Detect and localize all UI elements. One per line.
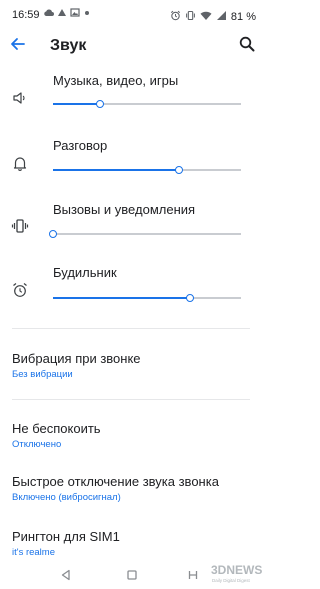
dot-icon bbox=[83, 8, 91, 17]
slider-thumb[interactable] bbox=[49, 230, 57, 238]
status-system-icons: 81 % bbox=[170, 8, 256, 26]
divider bbox=[12, 328, 250, 329]
search-icon[interactable] bbox=[238, 35, 256, 53]
volume-slider-ringer[interactable] bbox=[49, 229, 241, 239]
app-bar: Звук bbox=[0, 30, 265, 62]
volume-slider-call[interactable] bbox=[53, 165, 241, 175]
volume-row-media: Музыка, видео, игры bbox=[0, 68, 265, 128]
image-icon bbox=[70, 8, 80, 17]
alarm-icon bbox=[11, 281, 29, 299]
setting-vibrate-on-ring[interactable]: Вибрация при звонке Без вибрации bbox=[0, 351, 265, 395]
home-square-icon[interactable] bbox=[125, 568, 139, 582]
bell-icon bbox=[11, 154, 29, 172]
vibrate-icon bbox=[11, 217, 29, 235]
volume-label-media: Музыка, видео, игры bbox=[53, 73, 179, 88]
volume-label-ringer: Вызовы и уведомления bbox=[53, 202, 196, 217]
slider-fill bbox=[53, 103, 100, 105]
slider-fill bbox=[53, 297, 191, 299]
volume-row-call: Разговор bbox=[0, 133, 265, 193]
slider-thumb[interactable] bbox=[174, 166, 183, 174]
cloud-icon bbox=[43, 8, 54, 17]
slider-thumb[interactable] bbox=[96, 100, 104, 108]
svg-text:Daily Digital Digest: Daily Digital Digest bbox=[212, 578, 251, 583]
status-bar: 16:59 81 % bbox=[0, 0, 265, 30]
page-title: Звук bbox=[50, 37, 87, 54]
setting-title: Вибрация при звонке bbox=[12, 351, 141, 366]
triangle-icon bbox=[57, 8, 67, 17]
setting-title: Не беспокоить bbox=[12, 421, 101, 436]
setting-subtitle: Без вибрации bbox=[12, 369, 73, 380]
battery-percent: 81 % bbox=[230, 11, 256, 23]
vibrate-icon bbox=[185, 8, 196, 26]
recents-icon[interactable] bbox=[186, 568, 200, 582]
signal-icon bbox=[216, 8, 227, 26]
arrow-back-icon[interactable] bbox=[8, 34, 28, 54]
setting-subtitle: Включено (вибросигнал) bbox=[12, 492, 121, 503]
slider-fill bbox=[53, 169, 179, 171]
divider bbox=[12, 399, 250, 400]
setting-quick-mute[interactable]: Быстрое отключение звука звонка Включено… bbox=[0, 474, 265, 518]
watermark-logo: 3DNEWS Daily Digital Digest bbox=[209, 559, 263, 587]
volume-row-ringer: Вызовы и уведомления bbox=[0, 197, 265, 257]
setting-subtitle: Отключено bbox=[12, 439, 62, 450]
volume-row-alarm: Будильник bbox=[0, 260, 265, 320]
status-time: 16:59 bbox=[12, 9, 40, 21]
volume-label-alarm: Будильник bbox=[53, 265, 117, 280]
volume-slider-media[interactable] bbox=[53, 99, 241, 109]
alarm-icon bbox=[170, 8, 181, 26]
speaker-icon bbox=[11, 89, 29, 107]
wifi-icon bbox=[200, 8, 212, 26]
status-notification-icons bbox=[43, 8, 91, 17]
setting-title: Рингтон для SIM1 bbox=[12, 529, 120, 544]
volume-label-call: Разговор bbox=[53, 138, 108, 153]
back-triangle-icon[interactable] bbox=[59, 568, 73, 582]
svg-text:3DNEWS: 3DNEWS bbox=[211, 563, 262, 577]
volume-slider-alarm[interactable] bbox=[53, 293, 241, 303]
setting-do-not-disturb[interactable]: Не беспокоить Отключено bbox=[0, 421, 265, 465]
slider-thumb[interactable] bbox=[186, 294, 195, 302]
setting-subtitle: it's realme bbox=[12, 547, 55, 558]
setting-title: Быстрое отключение звука звонка bbox=[12, 474, 219, 489]
